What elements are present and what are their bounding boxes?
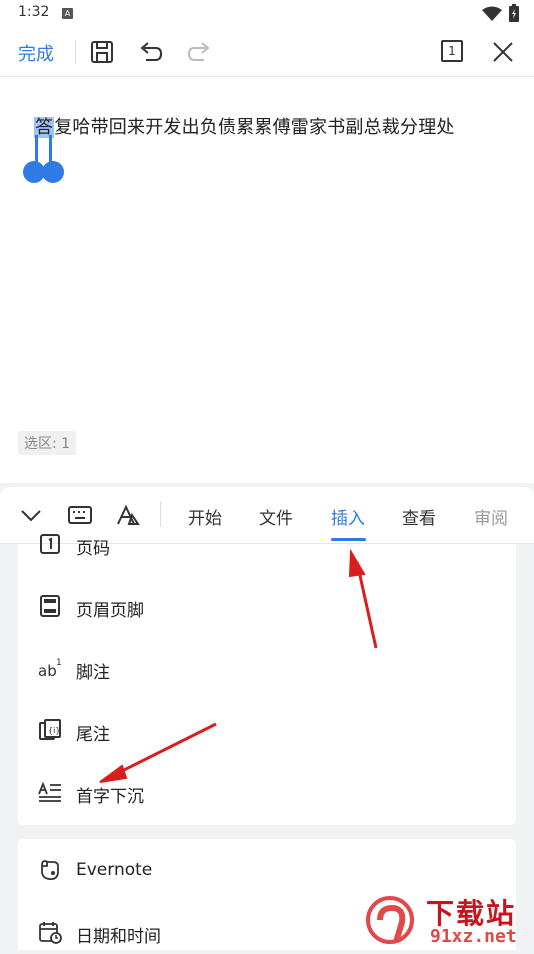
page-count-text: 1: [448, 44, 456, 58]
undo-icon[interactable]: [136, 38, 164, 66]
svg-text:1: 1: [56, 658, 62, 668]
done-button[interactable]: 完成: [18, 40, 54, 66]
menu-item-drop-cap[interactable]: 首字下沉: [18, 763, 516, 823]
notification-a-icon: A: [62, 8, 73, 19]
save-icon[interactable]: [88, 38, 116, 66]
battery-icon: [509, 4, 519, 22]
document-area[interactable]: 答复哈带回来开发出负债累累傅雷家书副总裁分理处 选区: 1: [0, 77, 534, 483]
menu-item-label: Evernote: [76, 860, 153, 880]
menu-item-label: 页眉页脚: [76, 601, 144, 621]
status-bar: 1:32 A: [0, 0, 534, 28]
selection-handles-icon[interactable]: [22, 135, 66, 187]
document-paragraph[interactable]: 答复哈带回来开发出负债累累傅雷家书副总裁分理处: [34, 113, 455, 139]
menu-item-header-footer[interactable]: 页眉页脚: [18, 577, 516, 637]
wifi-icon: [482, 6, 502, 21]
toolbar-divider: [75, 40, 76, 64]
insert-options-card: 页码 页眉页脚 ab 1 脚注 {i} 尾注 首字下沉: [18, 534, 516, 825]
watermark-logo: 下载站 91xz.net: [362, 890, 534, 950]
menu-item-label: 页码: [76, 539, 110, 559]
menu-item-label: 脚注: [76, 663, 110, 683]
menu-item-label: 日期和时间: [76, 927, 161, 947]
endnote-icon: {i}: [39, 719, 61, 740]
menu-item-endnote[interactable]: {i} 尾注: [18, 701, 516, 761]
menu-item-footnote[interactable]: ab 1 脚注: [18, 639, 516, 699]
close-icon[interactable]: [489, 38, 517, 66]
menu-item-page-number[interactable]: 页码: [18, 515, 516, 575]
page-count-button[interactable]: 1: [441, 40, 463, 62]
footnote-icon: ab 1: [38, 658, 62, 680]
svg-text:ab: ab: [38, 662, 57, 680]
status-time: 1:32: [18, 4, 50, 20]
svg-text:{i}: {i}: [48, 726, 60, 735]
paragraph-text[interactable]: 复哈带回来开发出负债累累傅雷家书副总裁分理处: [54, 117, 454, 138]
evernote-icon: [41, 860, 59, 881]
insert-panel: 开始 文件 插入 查看 审阅 页码 页眉页脚 ab 1 脚注 {i} 尾注 首字…: [0, 487, 534, 950]
redo-icon[interactable]: [186, 38, 214, 66]
drop-cap-icon: [38, 781, 61, 802]
watermark-small-text: 91xz.net: [430, 926, 517, 947]
menu-item-label: 尾注: [76, 725, 110, 745]
datetime-icon: [39, 922, 62, 944]
header-footer-icon: [40, 595, 60, 617]
editor-toolbar: 完成 1: [0, 28, 534, 77]
page-number-icon: [40, 534, 60, 554]
selection-info: 选区: 1: [18, 431, 77, 455]
menu-item-label: 首字下沉: [76, 787, 144, 807]
